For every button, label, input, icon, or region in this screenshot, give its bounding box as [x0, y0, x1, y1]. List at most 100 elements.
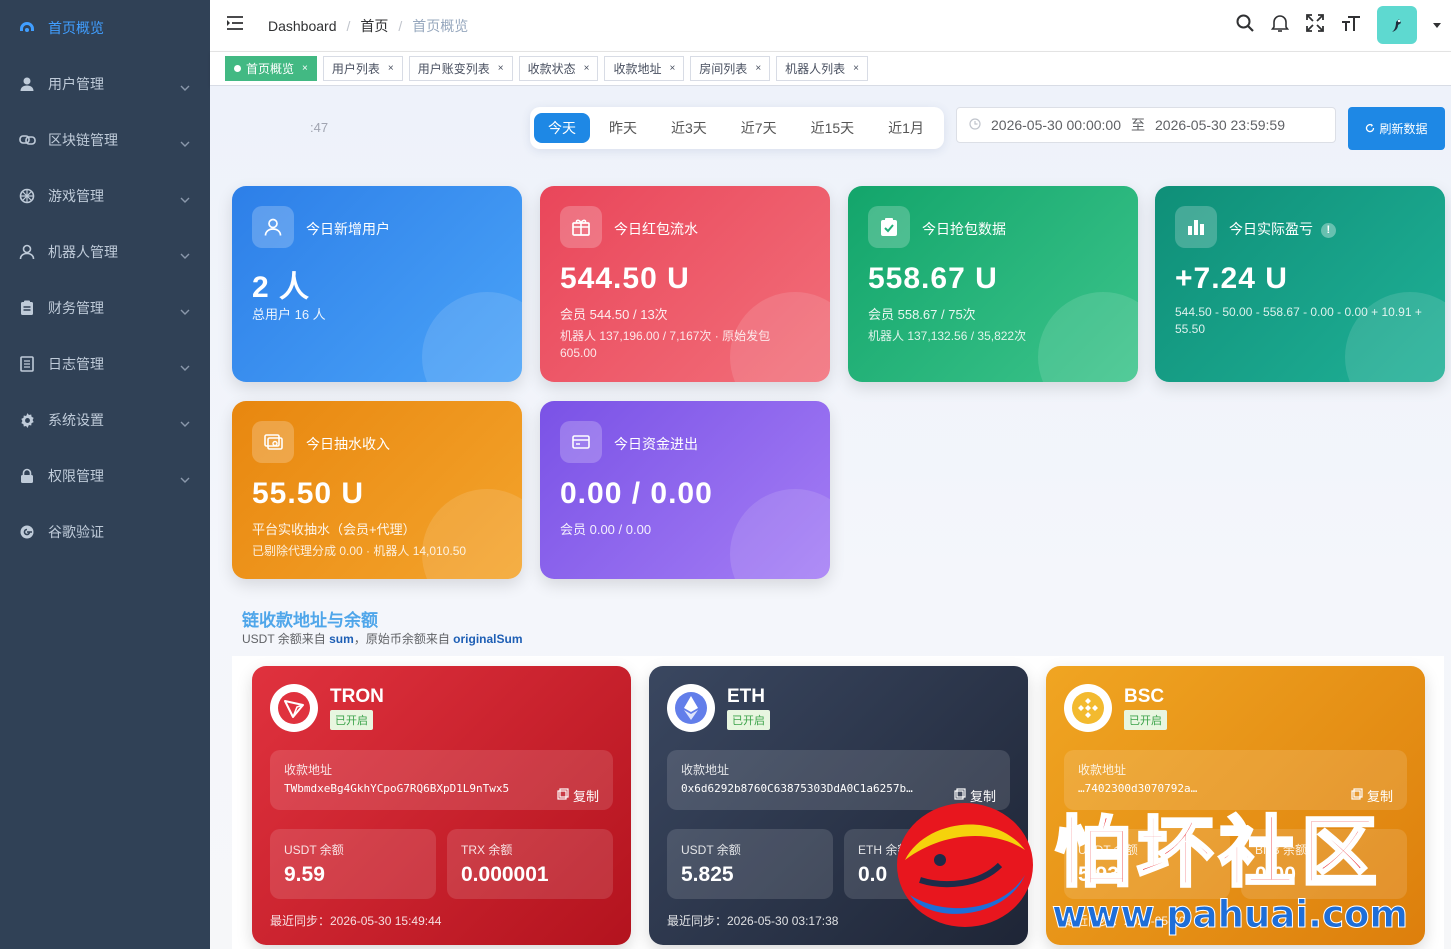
tab-label: 收款地址 [613, 62, 662, 76]
sidebar-item-blockchain[interactable]: 区块链管理 [0, 112, 210, 168]
sync-time: 最近同步：2026-05-30 [1064, 914, 1186, 928]
chain-card-eth: ETH 已开启 收款地址 0x6d6292b8760C63875303DdA0C… [649, 666, 1028, 945]
card-formula: 544.50 - 50.00 - 558.67 - 0.00 - 0.00 + … [1175, 305, 1422, 336]
range-yesterday[interactable]: 昨天 [592, 113, 654, 143]
copy-button[interactable]: 复制 [954, 786, 996, 805]
sidebar-item-label: 谷歌验证 [48, 524, 104, 540]
card-sub: 总用户 16 人 [252, 307, 326, 322]
copy-icon [954, 788, 966, 803]
date-start[interactable]: 2026-05-30 00:00:00 [991, 117, 1121, 133]
caret-down-icon[interactable] [1433, 16, 1441, 34]
info-icon[interactable]: ! [1320, 223, 1336, 238]
close-icon[interactable]: × [498, 63, 504, 74]
balance-label: USDT 余额 [681, 843, 741, 857]
close-icon[interactable]: × [755, 63, 761, 74]
card-value: +7.24 U [1175, 262, 1288, 295]
tab-payment-address[interactable]: 收款地址 × [604, 56, 685, 81]
stat-card-new-users[interactable]: 今日新增用户 2 人 总用户 16 人 [232, 186, 522, 382]
tron-logo-icon [270, 684, 318, 732]
date-end[interactable]: 2026-05-30 23:59:59 [1155, 117, 1285, 133]
card-title: 今日红包流水 [614, 221, 698, 237]
tab-payment-status[interactable]: 收款状态 × [518, 56, 599, 81]
copy-icon [1351, 788, 1363, 803]
dashboard-icon [18, 19, 36, 37]
card-title-text: 今日实际盈亏 [1229, 221, 1313, 237]
section-subtitle: USDT 余额来自 sum，原始币余额来自 originalSum [242, 630, 523, 647]
tab-room-list[interactable]: 房间列表 × [690, 56, 771, 81]
chevron-down-icon [180, 190, 190, 206]
tab-user-list[interactable]: 用户列表 × [322, 56, 403, 81]
sidebar-item-dashboard[interactable]: 首页概览 [0, 0, 210, 56]
tab-label: 收款状态 [527, 62, 576, 76]
sync-time: 最近同步：2026-05-30 03:17:38 [667, 914, 839, 928]
log-icon [18, 355, 36, 373]
chevron-down-icon [180, 246, 190, 262]
fullscreen-icon[interactable] [1305, 13, 1325, 38]
refresh-button[interactable]: 刷新数据 [1348, 107, 1445, 150]
breadcrumb-dashboard[interactable]: Dashboard [268, 18, 337, 34]
stat-card-funds[interactable]: 今日资金进出 0.00 / 0.00 会员 0.00 / 0.00 [540, 401, 830, 579]
range-1month[interactable]: 近1月 [871, 113, 941, 143]
bnb-logo-icon [1064, 684, 1112, 732]
sidebar-item-label: 首页概览 [48, 20, 104, 36]
chevron-down-icon [180, 134, 190, 150]
sidebar-item-label: 日志管理 [48, 356, 104, 372]
tab-user-ledger[interactable]: 用户账变列表 × [408, 56, 513, 81]
sidebar-item-label: 游戏管理 [48, 188, 104, 204]
close-icon[interactable]: × [853, 63, 859, 74]
status-badge: 已开启 [1124, 710, 1167, 730]
sidebar-item-settings[interactable]: 系统设置 [0, 392, 210, 448]
sidebar-item-google-auth[interactable]: 谷歌验证 [0, 504, 210, 560]
sidebar-item-games[interactable]: 游戏管理 [0, 168, 210, 224]
stat-card-commission[interactable]: 今日抽水收入 55.50 U 平台实收抽水（会员+代理） 已剔除代理分成 0.0… [232, 401, 522, 579]
range-7days[interactable]: 近7天 [724, 113, 794, 143]
close-icon[interactable]: × [584, 63, 590, 74]
address-label: 收款地址 [1078, 763, 1127, 777]
tab-robot-list[interactable]: 机器人列表 × [776, 56, 869, 81]
range-15days[interactable]: 近15天 [794, 113, 872, 143]
sidebar-item-permissions[interactable]: 权限管理 [0, 448, 210, 504]
avatar[interactable] [1377, 6, 1417, 44]
close-icon[interactable]: × [302, 63, 308, 74]
close-icon[interactable]: × [388, 63, 394, 74]
current-time: :47 [310, 120, 329, 135]
address-label: 收款地址 [681, 763, 730, 777]
card-title: 今日抽水收入 [306, 436, 390, 452]
card-value: 558.67 U [868, 262, 998, 295]
tab-label: 首页概览 [246, 62, 295, 76]
sub-key-sum: sum [329, 632, 354, 646]
date-range-picker[interactable]: 2026-05-30 00:00:00 至 2026-05-30 23:59:5… [956, 107, 1336, 143]
range-3days[interactable]: 近3天 [654, 113, 724, 143]
sidebar-item-robots[interactable]: 机器人管理 [0, 224, 210, 280]
sidebar-item-logs[interactable]: 日志管理 [0, 336, 210, 392]
range-today[interactable]: 今天 [534, 113, 590, 143]
chain-icon [18, 131, 36, 149]
card-sub: 平台实收抽水（会员+代理） [252, 522, 416, 537]
address-box: 收款地址 TWbmdxeBg4GkhYCpoG7RQ6BXpD1L9nTwx5 … [270, 750, 613, 810]
user-icon [252, 206, 294, 248]
robot-icon [18, 243, 36, 261]
search-icon[interactable] [1235, 13, 1255, 38]
copy-button[interactable]: 复制 [1351, 786, 1393, 805]
stat-card-red-packet-flow[interactable]: 今日红包流水 544.50 U 会员 544.50 / 13次 机器人 137,… [540, 186, 830, 382]
copy-button[interactable]: 复制 [557, 786, 599, 805]
hamburger-icon[interactable] [226, 15, 244, 36]
sidebar-item-label: 区块链管理 [48, 132, 118, 148]
card-title: 今日资金进出 [614, 436, 698, 452]
chain-card-tron: TRON 已开启 收款地址 TWbmdxeBg4GkhYCpoG7RQ6BXpD… [252, 666, 631, 945]
font-size-icon[interactable] [1341, 13, 1361, 38]
sidebar-item-users[interactable]: 用户管理 [0, 56, 210, 112]
tab-dashboard[interactable]: 首页概览 × [225, 56, 317, 81]
close-icon[interactable]: × [669, 63, 675, 74]
lock-icon [18, 467, 36, 485]
wallet-icon [560, 421, 602, 463]
bell-icon[interactable] [1270, 13, 1290, 38]
sidebar-item-finance[interactable]: 财务管理 [0, 280, 210, 336]
breadcrumb-home[interactable]: 首页 [360, 16, 388, 36]
gift-icon [560, 206, 602, 248]
stat-card-grab-data[interactable]: 今日抢包数据 558.67 U 会员 558.67 / 75次 机器人 137,… [848, 186, 1138, 382]
card-value: 2 人 [252, 271, 311, 304]
finance-icon [18, 299, 36, 317]
stat-card-profit[interactable]: 今日实际盈亏 ! +7.24 U 544.50 - 50.00 - 558.67… [1155, 186, 1445, 382]
balance-value: 0.000001 [461, 863, 549, 886]
